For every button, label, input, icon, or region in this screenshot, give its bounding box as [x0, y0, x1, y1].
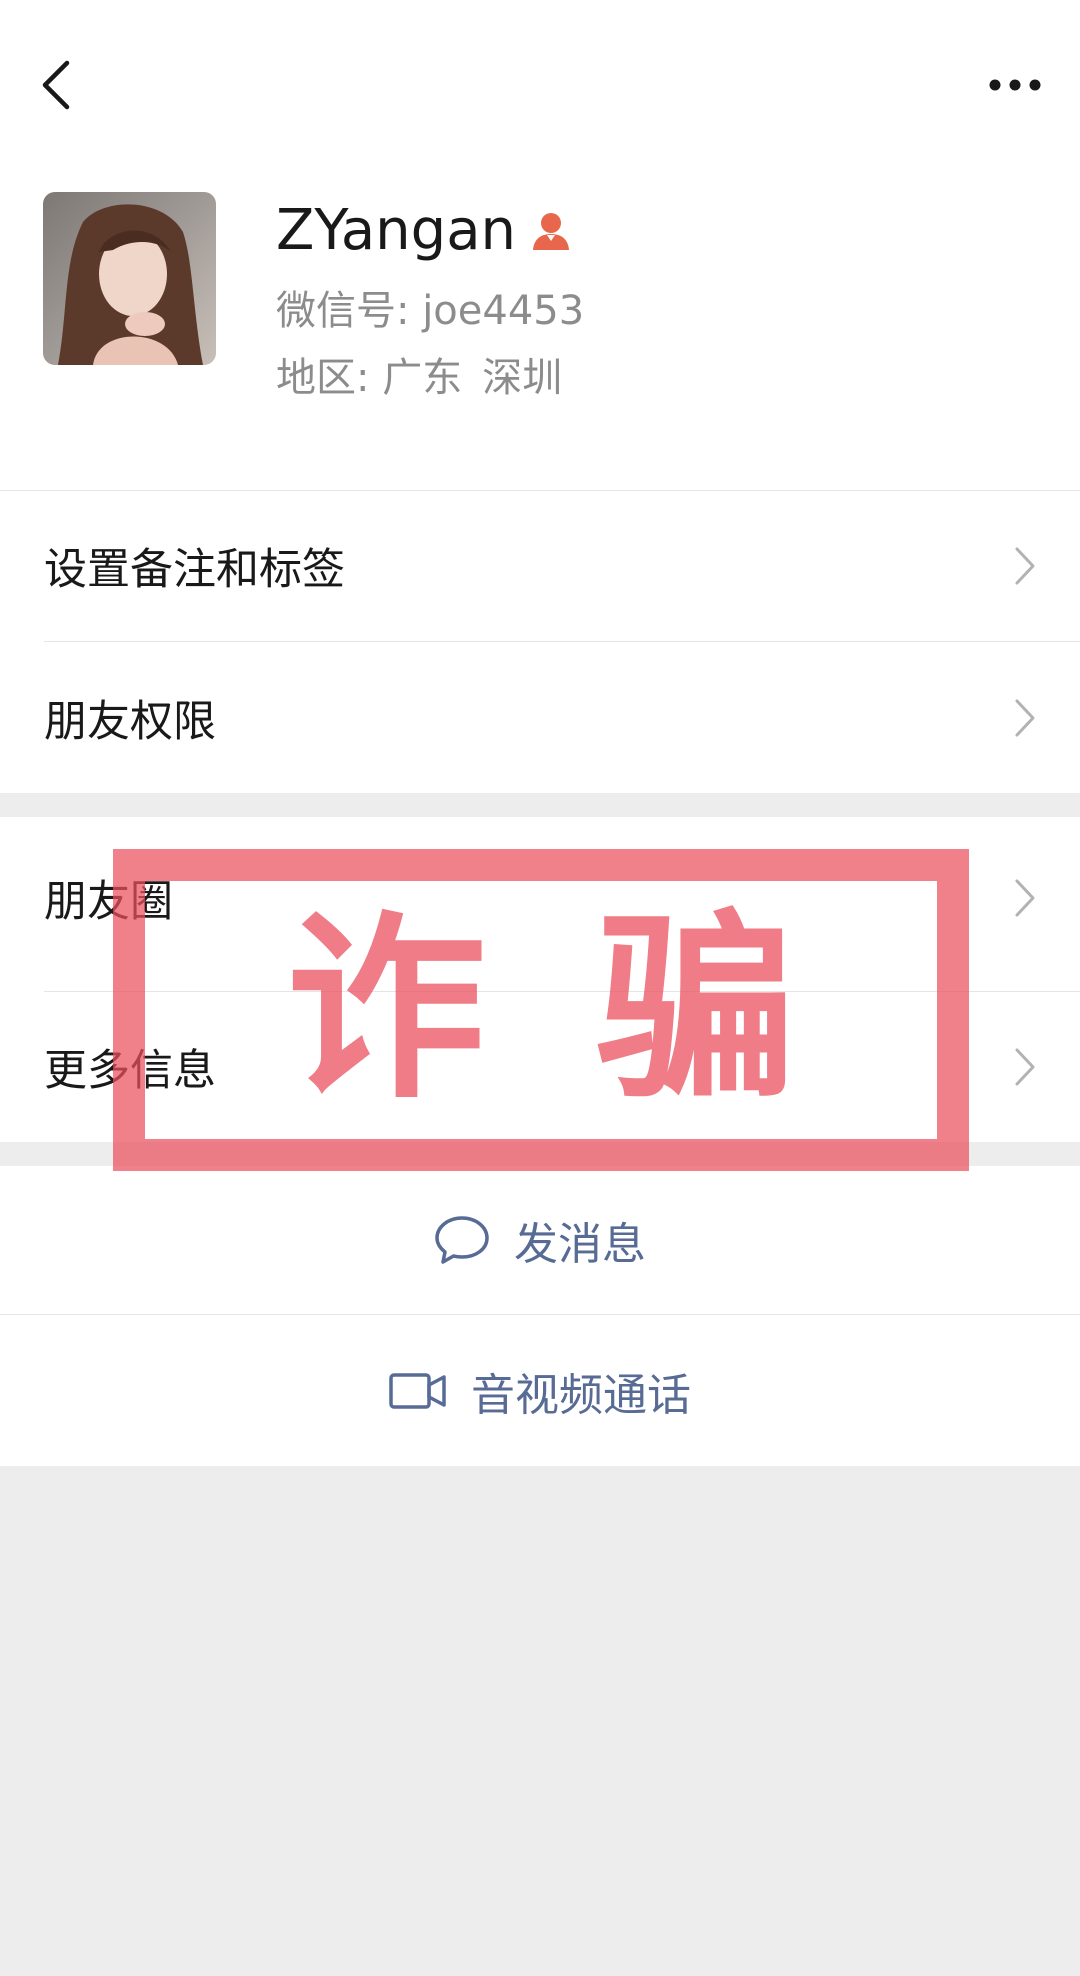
- chevron-left-icon: [42, 60, 70, 110]
- set-remark-tags-row[interactable]: 设置备注和标签: [0, 491, 1080, 641]
- video-camera-icon: [389, 1371, 447, 1411]
- video-call-button[interactable]: 音视频通话: [0, 1315, 1080, 1466]
- fraud-stamp-text: 诈骗: [285, 893, 906, 1126]
- region-label: 地区: 广东: [276, 355, 463, 401]
- chevron-right-icon: [1014, 1047, 1036, 1087]
- profile-header: ZYangan 微信号: joe4453 地区: 广东 深圳: [0, 0, 1080, 490]
- avatar-photo: [43, 192, 216, 365]
- actions-group: 发消息 音视频通话: [0, 1166, 1080, 1466]
- female-icon: [530, 210, 572, 252]
- video-call-label: 音视频通话: [471, 1369, 691, 1421]
- set-remark-tags-label: 设置备注和标签: [44, 545, 345, 595]
- friend-permissions-row[interactable]: 朋友权限: [0, 642, 1080, 793]
- fraud-stamp: 诈骗: [113, 849, 969, 1171]
- send-message-label: 发消息: [514, 1219, 646, 1270]
- wechat-id: 微信号: joe4453: [276, 288, 585, 334]
- settings-group: 设置备注和标签 朋友权限: [0, 490, 1080, 793]
- profile-name: ZYangan: [276, 195, 572, 267]
- send-message-button[interactable]: 发消息: [0, 1166, 1080, 1314]
- profile-name-text: ZYangan: [276, 198, 517, 263]
- back-button[interactable]: [20, 45, 90, 125]
- chevron-right-icon: [1014, 546, 1036, 586]
- more-options-button[interactable]: [970, 45, 1060, 125]
- friend-permissions-label: 朋友权限: [44, 696, 216, 747]
- chevron-right-icon: [1014, 698, 1036, 738]
- chevron-right-icon: [1014, 878, 1036, 918]
- region-city: 深圳: [482, 355, 563, 401]
- chat-bubble-icon: [434, 1215, 490, 1265]
- avatar[interactable]: [43, 192, 216, 365]
- more-icon: [989, 79, 1041, 91]
- region: 地区: 广东 深圳: [276, 350, 562, 406]
